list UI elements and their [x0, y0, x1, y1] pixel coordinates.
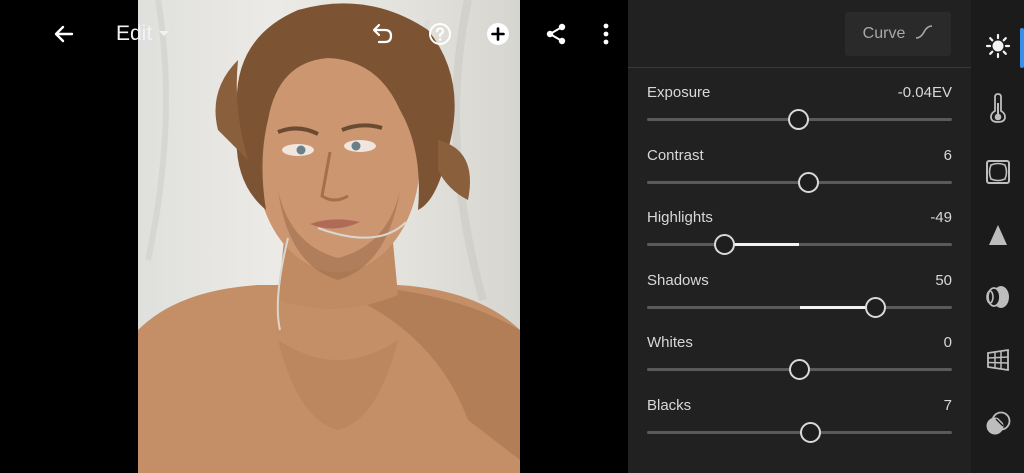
slider-blacks[interactable]: Blacks 7 [647, 397, 952, 457]
tool-detail[interactable] [971, 211, 1024, 263]
help-button[interactable] [420, 14, 460, 54]
chevron-down-icon [158, 25, 170, 43]
slider-shadows[interactable]: Shadows 50 [647, 272, 952, 332]
help-icon [428, 22, 452, 46]
effects-icon [985, 159, 1011, 190]
add-button[interactable] [478, 14, 518, 54]
slider-whites[interactable]: Whites 0 [647, 334, 952, 394]
slider-label: Blacks [647, 397, 692, 414]
more-vert-icon [603, 23, 609, 45]
slider-label: Shadows [647, 272, 709, 289]
mode-label: Edit [116, 22, 153, 45]
slider-fill [724, 243, 800, 246]
tool-color[interactable] [971, 84, 1024, 136]
optics-icon [985, 284, 1011, 315]
panel-header: Curve [628, 0, 971, 68]
tool-geometry[interactable] [971, 336, 1024, 388]
share-button[interactable] [536, 14, 576, 54]
light-icon [985, 33, 1011, 64]
slider-thumb[interactable] [799, 422, 821, 443]
undo-button[interactable] [362, 14, 402, 54]
slider-thumb[interactable] [798, 172, 820, 193]
share-icon [545, 22, 567, 46]
curve-button[interactable]: Curve [845, 12, 951, 56]
tool-light[interactable] [971, 22, 1024, 74]
photo-canvas[interactable] [0, 0, 628, 473]
slider-label: Exposure [647, 84, 711, 101]
slider-label: Whites [647, 334, 693, 351]
tool-masking[interactable] [971, 400, 1024, 452]
slider-value: 7 [943, 397, 952, 414]
photo-image [138, 0, 520, 473]
slider-track[interactable] [647, 243, 952, 246]
curve-label: Curve [862, 25, 906, 42]
slider-label: Contrast [647, 147, 704, 164]
light-panel: Curve Exposure -0.04EV Contrast 6 Highlights… [628, 0, 971, 473]
slider-value: 6 [943, 147, 952, 164]
portrait-illustration [138, 0, 520, 473]
slider-label: Highlights [647, 209, 713, 226]
slider-exposure[interactable]: Exposure -0.04EV [647, 84, 952, 144]
tool-optics[interactable] [971, 273, 1024, 325]
back-button[interactable] [44, 14, 84, 54]
undo-icon [369, 22, 395, 46]
more-button[interactable] [586, 14, 626, 54]
add-icon [486, 22, 510, 46]
slider-contrast[interactable]: Contrast 6 [647, 147, 952, 207]
slider-value: 0 [943, 334, 952, 351]
slider-value: -0.04EV [897, 84, 952, 101]
top-bar: Edit [0, 0, 628, 68]
curve-icon [915, 24, 933, 44]
geometry-icon [985, 347, 1011, 378]
slider-thumb[interactable] [789, 359, 810, 380]
slider-value: 50 [935, 272, 952, 289]
color-temperature-icon [989, 92, 1007, 128]
slider-value: -49 [930, 209, 952, 226]
slider-thumb[interactable] [787, 109, 809, 130]
slider-thumb[interactable] [865, 297, 887, 318]
slider-highlights[interactable]: Highlights -49 [647, 209, 952, 269]
detail-icon [987, 223, 1009, 252]
masking-icon [984, 410, 1012, 443]
back-arrow-icon [52, 22, 76, 46]
tool-rail [971, 0, 1024, 473]
mode-selector[interactable]: Edit [116, 20, 170, 48]
tool-effects[interactable] [971, 148, 1024, 200]
slider-thumb[interactable] [714, 234, 736, 255]
